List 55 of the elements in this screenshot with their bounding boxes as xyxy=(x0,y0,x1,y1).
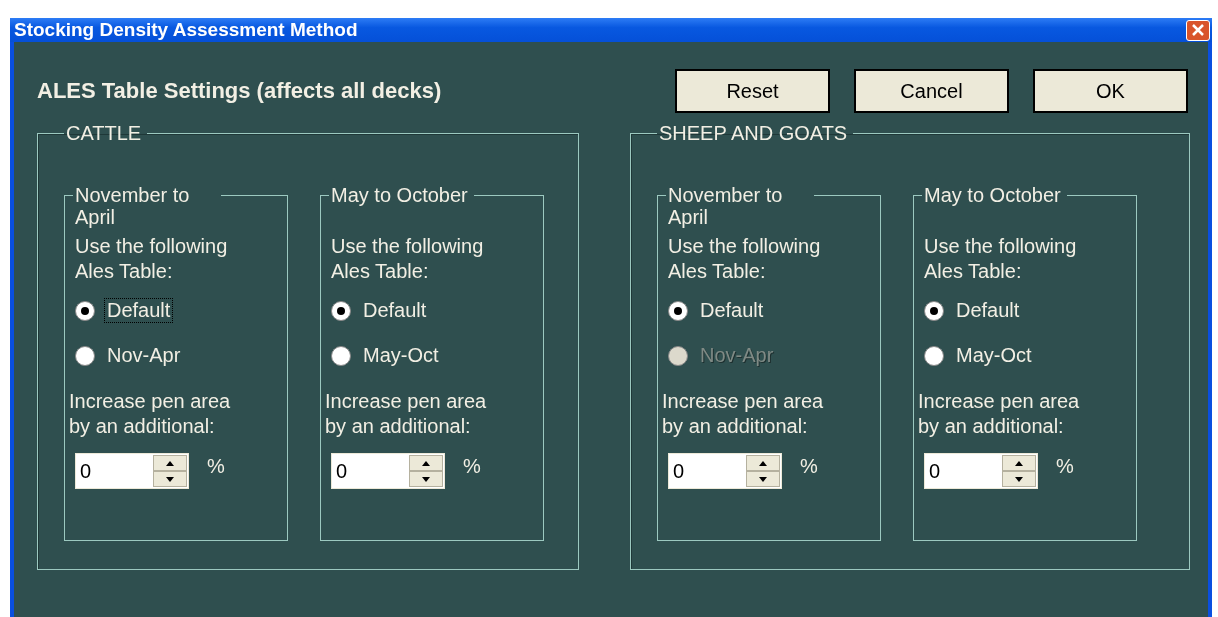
radio-button[interactable] xyxy=(331,300,351,321)
down-arrow-icon xyxy=(759,476,767,482)
group-title: May to October xyxy=(922,184,1067,206)
radio-label[interactable]: Default xyxy=(698,299,766,322)
dialog-button[interactable]: Reset xyxy=(675,69,830,113)
radio-label[interactable]: Default xyxy=(361,299,429,322)
radio-label[interactable]: Nov-Apr xyxy=(105,344,183,367)
up-arrow-icon xyxy=(1015,460,1023,466)
spin-up-button[interactable] xyxy=(1002,455,1036,471)
unit-label: % xyxy=(800,454,818,478)
increase-label: Increase pen area by an additional: xyxy=(69,389,232,439)
up-arrow-icon xyxy=(422,460,430,466)
spin-down-button[interactable] xyxy=(153,471,187,487)
unit-label: % xyxy=(207,454,225,478)
up-arrow-icon xyxy=(759,460,767,466)
up-arrow-icon xyxy=(166,460,174,466)
prompt-text: Use the following Ales Table: xyxy=(668,234,822,284)
radio-button[interactable] xyxy=(75,345,95,366)
increase-label: Increase pen area by an additional: xyxy=(918,389,1081,439)
unit-label: % xyxy=(463,454,481,478)
radio-label[interactable]: May-Oct xyxy=(954,344,1034,367)
group-title: May to October xyxy=(329,184,474,206)
spin-up-button[interactable] xyxy=(409,455,443,471)
radio-button[interactable] xyxy=(75,300,95,321)
radio-label[interactable]: Default xyxy=(105,299,173,322)
spin-down-button[interactable] xyxy=(409,471,443,487)
spin-up-button[interactable] xyxy=(153,455,187,471)
group-title: SHEEP AND GOATS xyxy=(658,122,849,145)
prompt-text: Use the following Ales Table: xyxy=(75,234,229,284)
group-title: CATTLE xyxy=(65,122,143,145)
settings-heading: ALES Table Settings (affects all decks) xyxy=(37,78,443,104)
dialog-button[interactable]: Cancel xyxy=(854,69,1009,113)
radio-button[interactable] xyxy=(924,300,944,321)
close-button[interactable] xyxy=(1186,19,1210,41)
radio-button[interactable] xyxy=(924,345,944,366)
radio-label[interactable]: May-Oct xyxy=(361,344,441,367)
unit-label: % xyxy=(1056,454,1074,478)
prompt-text: Use the following Ales Table: xyxy=(924,234,1078,284)
window-title: Stocking Density Assessment Method xyxy=(14,19,358,41)
group-title: November to April xyxy=(73,184,221,228)
group-title: November to April xyxy=(666,184,814,228)
radio-label[interactable]: Default xyxy=(954,299,1022,322)
spin-up-button[interactable] xyxy=(746,455,780,471)
down-arrow-icon xyxy=(166,476,174,482)
spin-down-button[interactable] xyxy=(746,471,780,487)
spin-down-button[interactable] xyxy=(1002,471,1036,487)
down-arrow-icon xyxy=(422,476,430,482)
prompt-text: Use the following Ales Table: xyxy=(331,234,485,284)
radio-button[interactable] xyxy=(668,300,688,321)
down-arrow-icon xyxy=(1015,476,1023,482)
increase-label: Increase pen area by an additional: xyxy=(325,389,488,439)
increase-label: Increase pen area by an additional: xyxy=(662,389,825,439)
close-icon xyxy=(1192,24,1204,36)
dialog-button[interactable]: OK xyxy=(1033,69,1188,113)
radio-button[interactable] xyxy=(331,345,351,366)
